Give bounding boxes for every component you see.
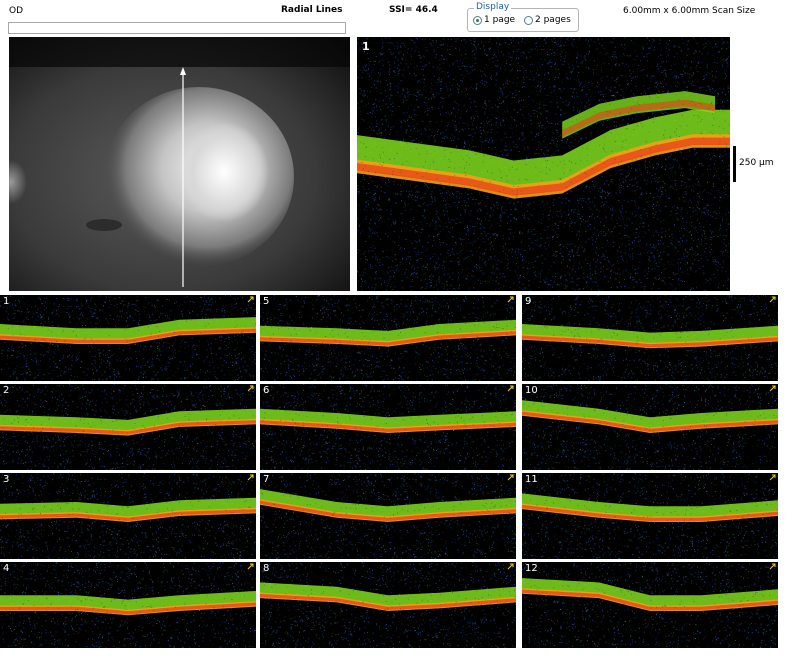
- bscan-thumbnail[interactable]: 8: [260, 562, 516, 648]
- bscan-thumbnail[interactable]: 4: [0, 562, 256, 648]
- radio-one-page[interactable]: 1 page: [473, 15, 515, 25]
- fundus-image[interactable]: [9, 37, 350, 291]
- arrow-icon: [247, 474, 254, 481]
- eye-label: OD: [9, 6, 23, 16]
- thumbnail-number: 8: [263, 563, 269, 574]
- scan-pattern-label: Radial Lines: [281, 5, 343, 15]
- thumbnail-number: 12: [525, 563, 538, 574]
- thumbnail-number: 3: [3, 474, 9, 485]
- arrow-icon: [769, 385, 776, 392]
- large-bscan-image: [357, 37, 730, 291]
- radio-one-page-label: 1 page: [484, 15, 515, 25]
- bscan-thumbnail[interactable]: 12: [522, 562, 778, 648]
- bscan-thumbnail[interactable]: 3: [0, 473, 256, 559]
- bscan-thumbnail[interactable]: 1: [0, 295, 256, 381]
- thumbnail-number: 11: [525, 474, 538, 485]
- thumbnail-number: 1: [3, 296, 9, 307]
- arrow-icon: [769, 296, 776, 303]
- bscan-thumbnail[interactable]: 7: [260, 473, 516, 559]
- scale-label: 250 µm: [739, 158, 774, 168]
- arrow-icon: [507, 474, 514, 481]
- thumbnail-number: 2: [3, 385, 9, 396]
- thumbnail-number: 10: [525, 385, 538, 396]
- ssi-label: SSI= 46.4: [389, 5, 438, 15]
- arrow-icon: [507, 296, 514, 303]
- arrow-icon: [247, 385, 254, 392]
- display-legend: Display: [474, 2, 512, 12]
- bscan-thumbnail[interactable]: 5: [260, 295, 516, 381]
- radio-off-icon: [524, 15, 533, 25]
- thumbnail-number: 4: [3, 563, 9, 574]
- bscan-thumbnail[interactable]: 9: [522, 295, 778, 381]
- arrow-icon: [247, 563, 254, 570]
- display-options-group: Display 1 page 2 pages: [467, 2, 579, 32]
- arrow-icon: [507, 563, 514, 570]
- scale-bar: [733, 146, 736, 182]
- arrow-icon: [769, 474, 776, 481]
- radio-two-pages[interactable]: 2 pages: [524, 15, 571, 25]
- arrow-icon: [769, 563, 776, 570]
- bscan-thumbnail[interactable]: 2: [0, 384, 256, 470]
- bscan-thumbnail[interactable]: 6: [260, 384, 516, 470]
- scan-size-label: 6.00mm x 6.00mm Scan Size: [623, 6, 755, 16]
- thumbnail-number: 5: [263, 296, 269, 307]
- thumbnail-number: 7: [263, 474, 269, 485]
- arrow-icon: [247, 296, 254, 303]
- radio-two-pages-label: 2 pages: [535, 15, 571, 25]
- thumbnail-number: 6: [263, 385, 269, 396]
- thumbnail-number: 9: [525, 296, 531, 307]
- info-bar: [8, 22, 346, 34]
- bscan-thumbnail[interactable]: 11: [522, 473, 778, 559]
- arrow-icon: [507, 385, 514, 392]
- large-bscan[interactable]: 1: [357, 37, 730, 291]
- bscan-thumbnail[interactable]: 10: [522, 384, 778, 470]
- radio-on-icon: [473, 15, 482, 25]
- large-bscan-number: 1: [362, 40, 370, 53]
